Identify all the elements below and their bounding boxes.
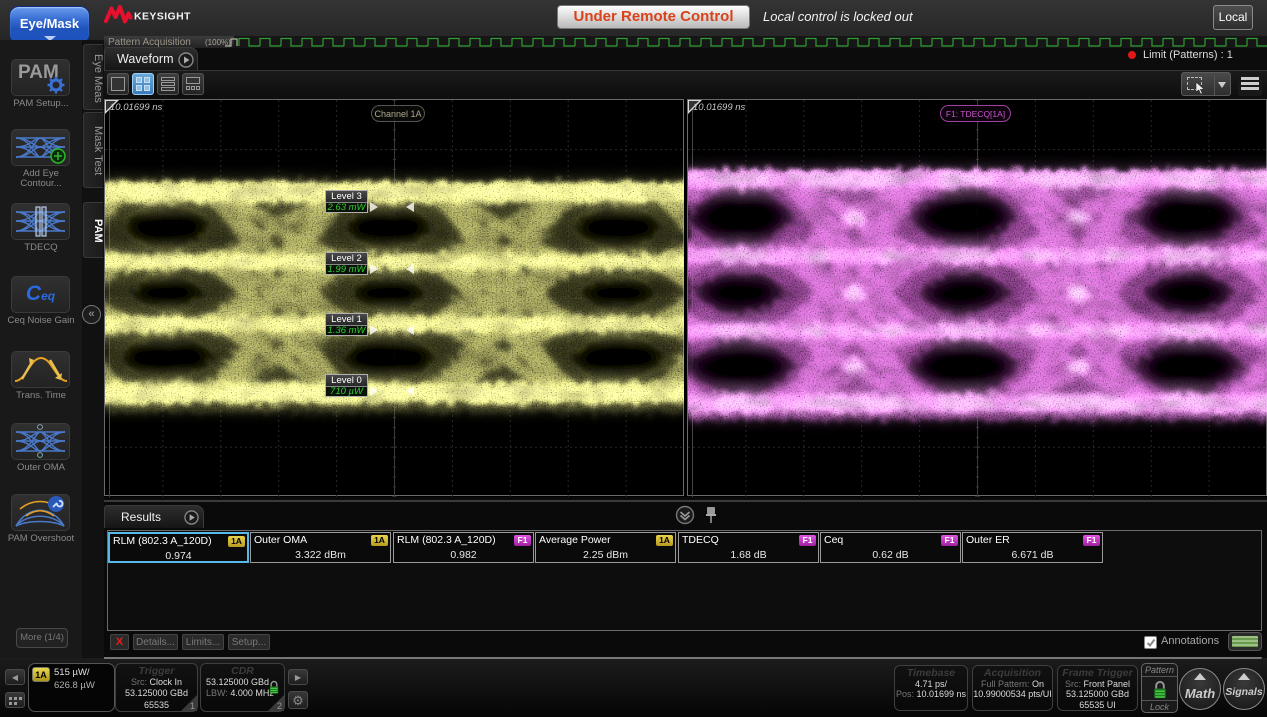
svg-text:KEYSIGHT: KEYSIGHT bbox=[134, 11, 191, 23]
